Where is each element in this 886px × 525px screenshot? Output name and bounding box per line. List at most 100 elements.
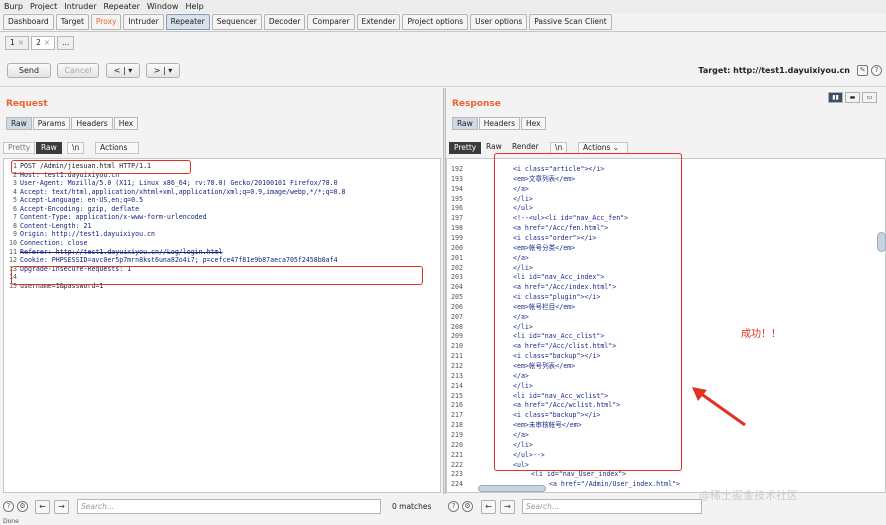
send-button[interactable]: Send: [7, 63, 51, 78]
line-content: Accept-Language: en-US,en;q=0.5: [20, 196, 144, 205]
response-search-input[interactable]: Search...: [522, 499, 702, 514]
tab-decoder[interactable]: Decoder: [263, 14, 306, 30]
cancel-button[interactable]: Cancel: [57, 63, 99, 78]
horizontal-view-icon[interactable]: ▬: [845, 92, 860, 103]
subtab-2[interactable]: 2 ×: [31, 36, 56, 50]
request-line: 11 Referer: http://test1.dayuixiyou.cn//L…: [4, 248, 440, 256]
line-number: 207: [451, 312, 463, 321]
tab-user-options[interactable]: User options: [470, 14, 528, 30]
response-pretty-toggle[interactable]: Pretty: [449, 142, 482, 154]
response-tab-hex[interactable]: Hex: [521, 117, 546, 130]
subtab-new[interactable]: ...: [57, 36, 75, 50]
menu-project[interactable]: Project: [30, 2, 57, 11]
line-content: User-Agent: Mozilla/5.0 (X11; Linux x86_…: [20, 179, 338, 188]
request-tab-hex[interactable]: Hex: [113, 117, 139, 130]
line-number: 211: [451, 352, 463, 361]
line-number: 202: [451, 263, 463, 272]
response-tab-raw[interactable]: Raw: [452, 117, 478, 130]
request-match-count: 0 matches: [392, 502, 432, 511]
annotation-arrow: [692, 387, 746, 427]
subtab-1[interactable]: 1 ×: [5, 36, 30, 50]
help-icon[interactable]: ?: [871, 65, 882, 76]
search-previous-button[interactable]: ←: [35, 500, 50, 514]
request-line: 8 Content-Length: 21: [4, 222, 440, 230]
menu-help[interactable]: Help: [185, 2, 203, 11]
tab-extender[interactable]: Extender: [356, 14, 401, 30]
search-previous-button[interactable]: ←: [481, 500, 496, 514]
settings-gear-icon[interactable]: ⚙: [462, 501, 473, 512]
line-content: Referer: http://test1.dayuixiyou.cn//Log…: [20, 247, 223, 256]
menu-window[interactable]: Window: [147, 2, 179, 11]
line-content: Accept-Encoding: gzip, deflate: [20, 204, 140, 213]
edit-target-icon[interactable]: ✎: [857, 65, 868, 76]
split-view-icon[interactable]: ▮▮: [828, 92, 843, 103]
line-number: 212: [451, 362, 463, 370]
search-next-button[interactable]: →: [500, 500, 515, 514]
tab-proxy[interactable]: Proxy: [90, 14, 122, 30]
tab-divider: [0, 31, 886, 32]
main-tabs: Dashboard Target Proxy Intruder Repeater…: [3, 14, 614, 30]
request-editor[interactable]: 1 POST /Admin/jiesuan.html HTTP/1.1 2 Host:…: [3, 158, 441, 493]
close-icon[interactable]: ×: [44, 38, 50, 47]
request-tab-params[interactable]: Params: [32, 117, 71, 130]
tab-intruder[interactable]: Intruder: [123, 14, 164, 30]
request-line: 9 Origin: http://test1.dayuixiyou.cn: [4, 230, 440, 238]
history-forward-button[interactable]: > | ▾: [146, 63, 180, 78]
help-icon[interactable]: ?: [3, 501, 14, 512]
request-actions-dropdown[interactable]: Actions ⌄: [95, 142, 139, 162]
search-next-button[interactable]: →: [54, 500, 69, 514]
highlight-cookie: [11, 266, 423, 285]
line-number: 201: [451, 253, 463, 262]
line-number: 198: [451, 224, 463, 233]
request-title: Request: [6, 99, 48, 109]
menu-intruder[interactable]: Intruder: [64, 2, 96, 11]
tab-project-options[interactable]: Project options: [402, 14, 469, 30]
tab-passive-scan-client[interactable]: Passive Scan Client: [529, 14, 612, 30]
success-annotation: 成功！！: [741, 329, 781, 340]
tab-dashboard[interactable]: Dashboard: [3, 14, 54, 30]
request-tab-headers[interactable]: Headers: [71, 117, 113, 130]
line-number: 203: [451, 273, 463, 282]
watermark: @稀土掘金技术社区: [699, 489, 798, 502]
request-line: 10 Connection: close: [4, 239, 440, 247]
line-number: 208: [451, 322, 463, 331]
tab-sequencer[interactable]: Sequencer: [211, 14, 262, 30]
line-content: <a href="/Admin/User_index.html">: [549, 480, 681, 489]
line-number: 197: [451, 214, 463, 223]
line-content: Connection: close: [20, 238, 88, 247]
request-line: 3 User-Agent: Mozilla/5.0 (X11; Linux x86…: [4, 179, 440, 187]
help-icon[interactable]: ?: [448, 501, 459, 512]
line-number: 5: [13, 196, 17, 205]
subtab-label: ...: [62, 38, 70, 47]
request-search-input[interactable]: Search...: [77, 499, 381, 514]
response-line: 223 <li id="nav_User_index">: [447, 470, 885, 478]
line-number: 223: [451, 470, 463, 479]
request-newline-toggle[interactable]: \n: [67, 142, 85, 154]
response-vertical-scrollbar[interactable]: [877, 232, 886, 252]
history-back-button[interactable]: < | ▾: [106, 63, 140, 78]
request-tab-raw[interactable]: Raw: [6, 117, 32, 130]
tab-target[interactable]: Target: [55, 14, 89, 30]
request-line: 12 Cookie: PHPSESSID=avc0er5p7mrn8kst6una…: [4, 256, 440, 264]
tab-repeater[interactable]: Repeater: [165, 14, 210, 30]
menu-repeater[interactable]: Repeater: [104, 2, 140, 11]
tab-comparer[interactable]: Comparer: [307, 14, 355, 30]
response-horizontal-scrollbar[interactable]: [478, 485, 546, 492]
line-number: 215: [451, 391, 463, 400]
line-number: 205: [451, 293, 463, 302]
line-number: 4: [13, 187, 17, 196]
request-raw-toggle[interactable]: Raw: [36, 142, 62, 154]
menu-burp[interactable]: Burp: [4, 2, 23, 11]
request-pretty-toggle[interactable]: Pretty: [3, 142, 36, 154]
response-tab-headers[interactable]: Headers: [478, 117, 520, 130]
line-number: 206: [451, 302, 463, 311]
request-line: 7 Content-Type: application/x-www-form-ur…: [4, 213, 440, 221]
line-number: 219: [451, 430, 463, 439]
line-number: 196: [451, 204, 463, 213]
line-number: 210: [451, 342, 463, 351]
settings-gear-icon[interactable]: ⚙: [17, 501, 28, 512]
tabbed-view-icon[interactable]: ▭: [862, 92, 877, 103]
close-icon[interactable]: ×: [18, 38, 24, 47]
line-number: 10: [9, 238, 17, 247]
line-number: 195: [451, 194, 463, 203]
